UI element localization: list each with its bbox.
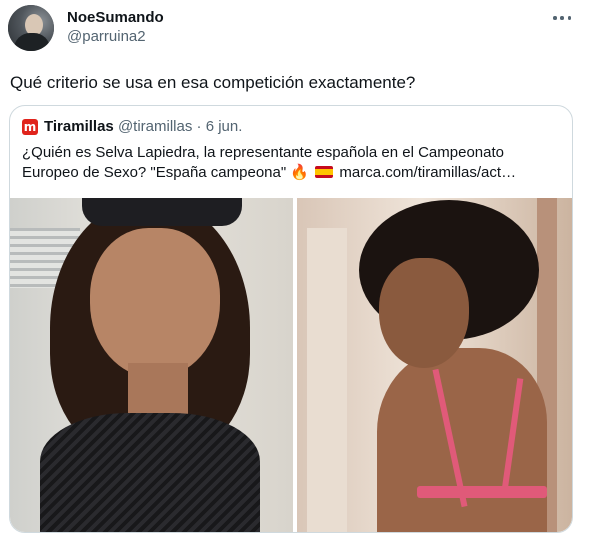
more-options-button[interactable] <box>551 10 573 26</box>
quoted-tweet-date[interactable]: 6 jun. <box>206 118 243 135</box>
photo-right[interactable] <box>297 198 572 532</box>
more-horizontal-icon <box>560 16 564 20</box>
quoted-tweet-card[interactable]: m Tiramillas @tiramillas · 6 jun. ¿Quién… <box>9 105 573 533</box>
pink-band <box>417 486 547 498</box>
photo-left[interactable] <box>10 198 293 532</box>
quoted-text-line: ¿Quién es Selva Lapiedra, la representan… <box>22 144 504 161</box>
header-separator: · <box>196 118 202 135</box>
quoted-text-segment: Europeo de Sexo? "España campeona" <box>22 164 287 181</box>
author-handle[interactable]: @parruina2 <box>67 28 146 46</box>
quoted-tweet-text: ¿Quién es Selva Lapiedra, la representan… <box>22 143 562 183</box>
quoted-media[interactable] <box>10 198 572 532</box>
background-post <box>307 228 347 532</box>
tweet-text: Qué criterio se usa en esa competición e… <box>10 73 416 92</box>
face <box>379 258 469 368</box>
quoted-tweet-header: Tiramillas @tiramillas · 6 jun. <box>44 118 242 136</box>
spain-flag-icon <box>315 166 334 178</box>
quoted-link[interactable]: marca.com/tiramillas/act… <box>339 164 516 181</box>
tweet[interactable]: NoeSumando @parruina2 Qué criterio se us… <box>0 0 595 538</box>
more-horizontal-icon <box>567 16 571 20</box>
quoted-text-line: Europeo de Sexo? "España campeona" 🔥 mar… <box>22 163 562 183</box>
headband <box>82 198 242 226</box>
more-horizontal-icon <box>553 16 557 20</box>
quoted-author-handle[interactable]: @tiramillas <box>118 118 192 135</box>
black-top <box>40 413 260 532</box>
quoted-author-avatar[interactable]: m <box>22 119 38 135</box>
fire-emoji-icon: 🔥 <box>290 164 310 181</box>
author-display-name[interactable]: NoeSumando <box>67 9 164 27</box>
face <box>90 228 220 378</box>
avatar[interactable] <box>8 5 54 51</box>
quoted-author-name[interactable]: Tiramillas <box>44 118 114 135</box>
